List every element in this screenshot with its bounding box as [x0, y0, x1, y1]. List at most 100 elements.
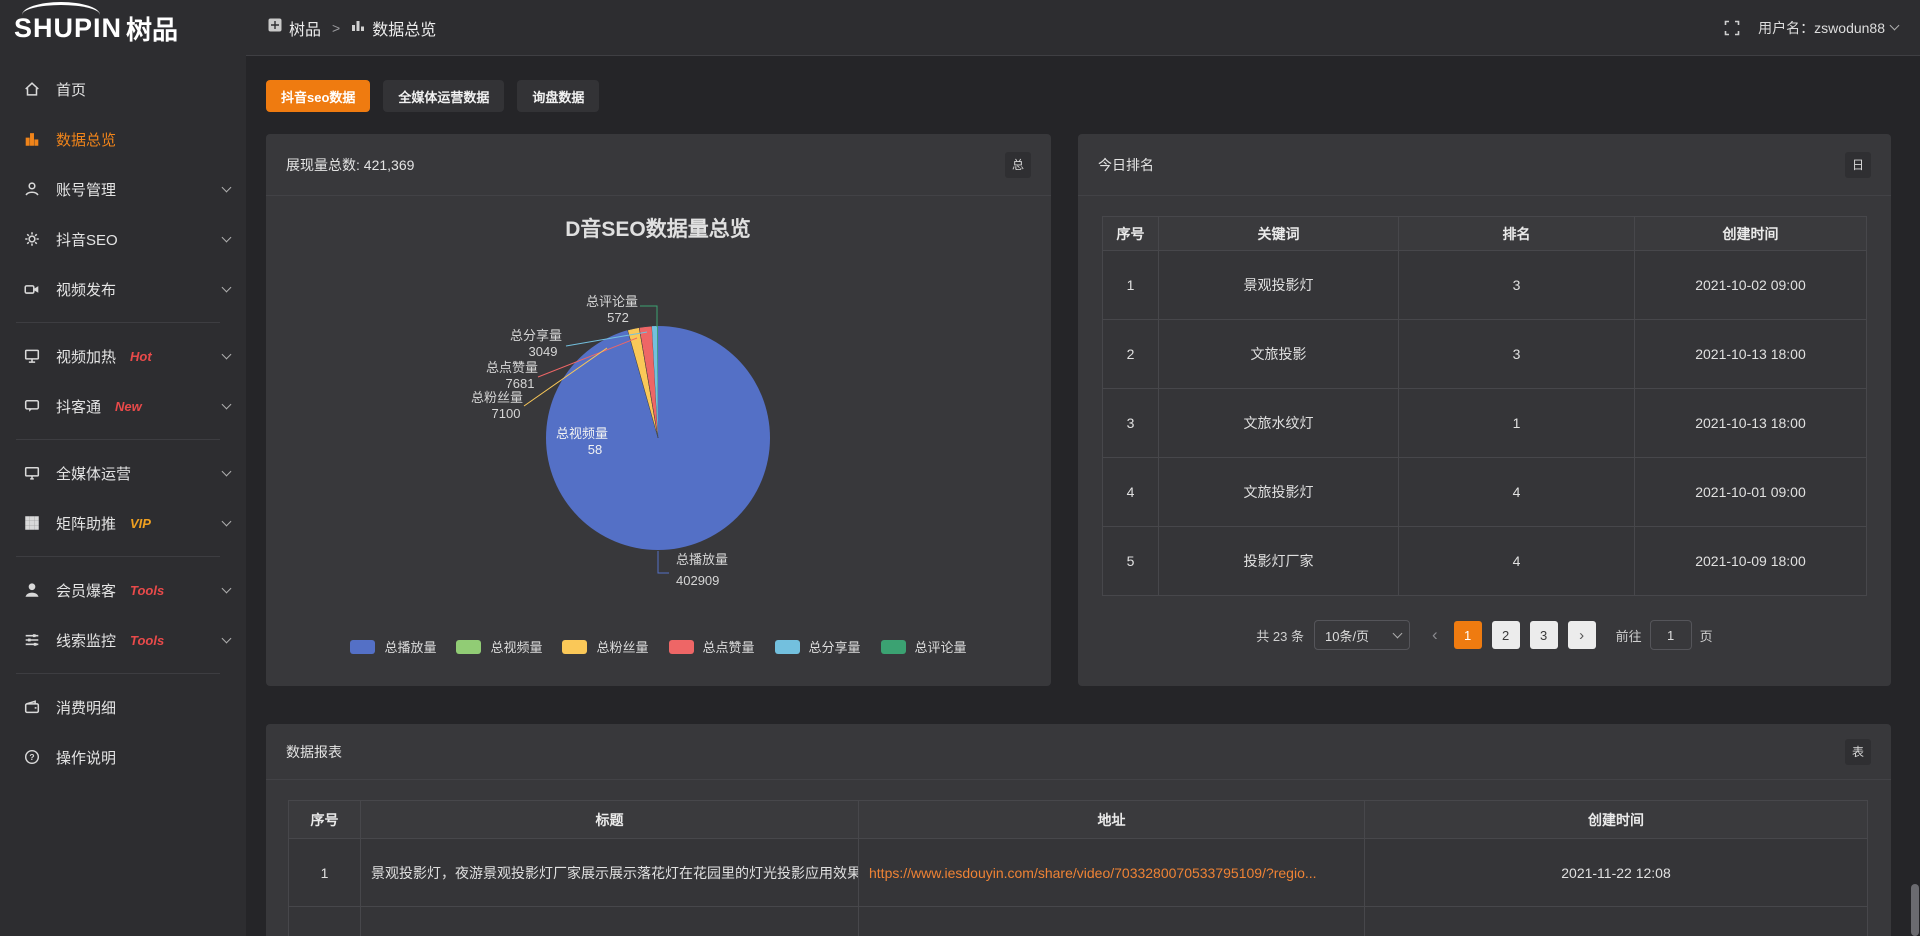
page-button-2[interactable]: 2	[1492, 621, 1520, 649]
sidebar-item-account[interactable]: 账号管理	[0, 164, 246, 214]
chevron-down-icon	[222, 633, 232, 643]
pie-label-videos-value: 58	[588, 442, 602, 457]
video-camera-icon	[22, 279, 42, 299]
pie-label-fans-value: 7100	[492, 406, 521, 421]
tools-badge: Tools	[130, 583, 164, 598]
table-header-row: 序号 标题 地址 创建时间	[289, 801, 1868, 839]
legend-item-likes[interactable]: 总点赞量	[669, 637, 755, 656]
seo-overview-card: 展现量总数: 421,369 总 D音SEO数据量总览	[266, 134, 1051, 686]
table-row: 3 文旅水纹灯 1 2021-10-13 18:00	[1103, 389, 1867, 458]
sidebar-item-data-overview[interactable]: 数据总览	[0, 114, 246, 164]
legend-item-videos[interactable]: 总视频量	[456, 637, 542, 656]
legend-item-fans[interactable]: 总粉丝量	[562, 637, 648, 656]
pie-label-play-value: 402909	[676, 573, 719, 588]
page-button-1[interactable]: 1	[1454, 621, 1482, 649]
pie-label-videos-name: 总视频量	[556, 426, 608, 441]
cell-keyword: 文旅水纹灯	[1159, 389, 1399, 458]
chevron-down-icon	[222, 182, 232, 192]
sidebar-item-lead-monitor[interactable]: 线索监控 Tools	[0, 615, 246, 665]
sidebar-item-consumption[interactable]: 消费明细	[0, 682, 246, 732]
cell-index: 1	[1103, 251, 1159, 320]
sidebar-item-label: 全媒体运营	[56, 463, 131, 484]
tab-douyin-seo-data[interactable]: 抖音seo数据	[266, 80, 370, 112]
page-button-3[interactable]: 3	[1530, 621, 1558, 649]
sidebar-item-label: 矩阵助推	[56, 513, 116, 534]
sidebar-item-home[interactable]: 首页	[0, 64, 246, 114]
chart-title: D音SEO数据量总览	[565, 217, 751, 241]
col-header-index: 序号	[289, 801, 361, 839]
legend-item-play[interactable]: 总播放量	[350, 637, 436, 656]
cell-keyword: 投影灯厂家	[1159, 527, 1399, 596]
username-label: 用户名：zswodun88	[1758, 18, 1885, 38]
total-badge-button[interactable]: 总	[1005, 152, 1031, 178]
cell-keyword: 文旅投影灯	[1159, 458, 1399, 527]
sidebar-item-douyin-seo[interactable]: 抖音SEO	[0, 214, 246, 264]
breadcrumb-app-icon	[268, 18, 282, 37]
sidebar-item-help[interactable]: ? 操作说明	[0, 732, 246, 782]
topbar-right: 用户名：zswodun88	[1724, 18, 1898, 38]
pagination: 共 23 条 10条/页 ‹ 1 2 3 › 前往 页	[1078, 620, 1891, 650]
prev-page-button[interactable]: ‹	[1426, 625, 1444, 645]
hot-badge: Hot	[130, 349, 152, 364]
chevron-down-icon	[222, 349, 232, 359]
breadcrumb-item-current: 数据总览	[372, 16, 436, 40]
next-page-button[interactable]: ›	[1568, 621, 1596, 649]
sidebar-item-matrix-boost[interactable]: 矩阵助推 VIP	[0, 498, 246, 548]
col-header-created: 创建时间	[1365, 801, 1868, 839]
table-badge-button[interactable]: 表	[1845, 739, 1871, 765]
wallet-icon	[22, 697, 42, 717]
fullscreen-icon[interactable]	[1724, 20, 1740, 36]
col-header-keyword: 关键词	[1159, 217, 1399, 251]
cell-index: 3	[1103, 389, 1159, 458]
col-header-title: 标题	[361, 801, 859, 839]
chevron-down-icon	[1890, 21, 1900, 31]
grid-icon	[22, 513, 42, 533]
goto-label: 前往	[1616, 626, 1642, 645]
cell-created: 2021-10-13 18:00	[1635, 320, 1867, 389]
cell-created: 2021-10-01 09:00	[1635, 458, 1867, 527]
legend-item-shares[interactable]: 总分享量	[775, 637, 861, 656]
report-table: 序号 标题 地址 创建时间 1 景观投影灯，夜游景观投影灯厂家展示展示落花灯在花…	[288, 800, 1868, 936]
tab-media-operation-data[interactable]: 全媒体运营数据	[383, 80, 504, 112]
sidebar-item-label: 抖客通	[56, 396, 101, 417]
sidebar-item-douketong[interactable]: 抖客通 New	[0, 381, 246, 431]
legend-swatch	[775, 640, 800, 654]
sidebar-item-label: 账号管理	[56, 179, 116, 200]
monitor-icon	[22, 463, 42, 483]
user-menu[interactable]: 用户名：zswodun88	[1758, 18, 1898, 38]
col-header-rank: 排名	[1399, 217, 1635, 251]
breadcrumb-chart-icon	[351, 18, 365, 37]
leader-line-play	[658, 551, 669, 573]
legend-label: 总粉丝量	[596, 637, 648, 656]
sidebar-item-label: 视频加热	[56, 346, 116, 367]
sidebar-item-member-baoke[interactable]: 会员爆客 Tools	[0, 565, 246, 615]
col-header-index: 序号	[1103, 217, 1159, 251]
breadcrumb-item[interactable]: 树品	[289, 16, 321, 40]
cell-keyword: 景观投影灯	[1159, 251, 1399, 320]
page-size-select[interactable]: 10条/页	[1314, 620, 1410, 650]
sidebar-item-video-heat[interactable]: 视频加热 Hot	[0, 331, 246, 381]
legend-label: 总视频量	[490, 637, 542, 656]
ranking-card-title: 今日排名	[1098, 155, 1154, 175]
page-content: 抖音seo数据 全媒体运营数据 询盘数据 展现量总数: 421,369 总 D音…	[246, 56, 1920, 936]
legend-swatch	[881, 640, 906, 654]
user-icon	[22, 179, 42, 199]
tab-inquiry-data[interactable]: 询盘数据	[517, 80, 599, 112]
new-badge: New	[115, 399, 142, 414]
sidebar-item-label: 消费明细	[56, 697, 116, 718]
legend-item-comments[interactable]: 总评论量	[881, 637, 967, 656]
legend-label: 总分享量	[809, 637, 861, 656]
sidebar-item-video-publish[interactable]: 视频发布	[0, 264, 246, 314]
daily-badge-button[interactable]: 日	[1845, 152, 1871, 178]
sidebar-menu: 首页 数据总览 账号管理 抖音SEO	[0, 56, 246, 782]
video-link[interactable]: https://www.iesdouyin.com/share/video/70…	[869, 865, 1317, 881]
table-row: 5 投影灯厂家 4 2021-10-09 18:00	[1103, 527, 1867, 596]
page-size-value: 10条/页	[1325, 626, 1369, 645]
sidebar-item-label: 会员爆客	[56, 580, 116, 601]
goto-page-input[interactable]	[1650, 620, 1692, 650]
scrollbar-thumb[interactable]	[1911, 884, 1919, 936]
pie-label-shares-name: 总分享量	[510, 328, 562, 343]
sidebar-item-label: 线索监控	[56, 630, 116, 651]
legend-label: 总点赞量	[703, 637, 755, 656]
sidebar-item-media-operation[interactable]: 全媒体运营	[0, 448, 246, 498]
